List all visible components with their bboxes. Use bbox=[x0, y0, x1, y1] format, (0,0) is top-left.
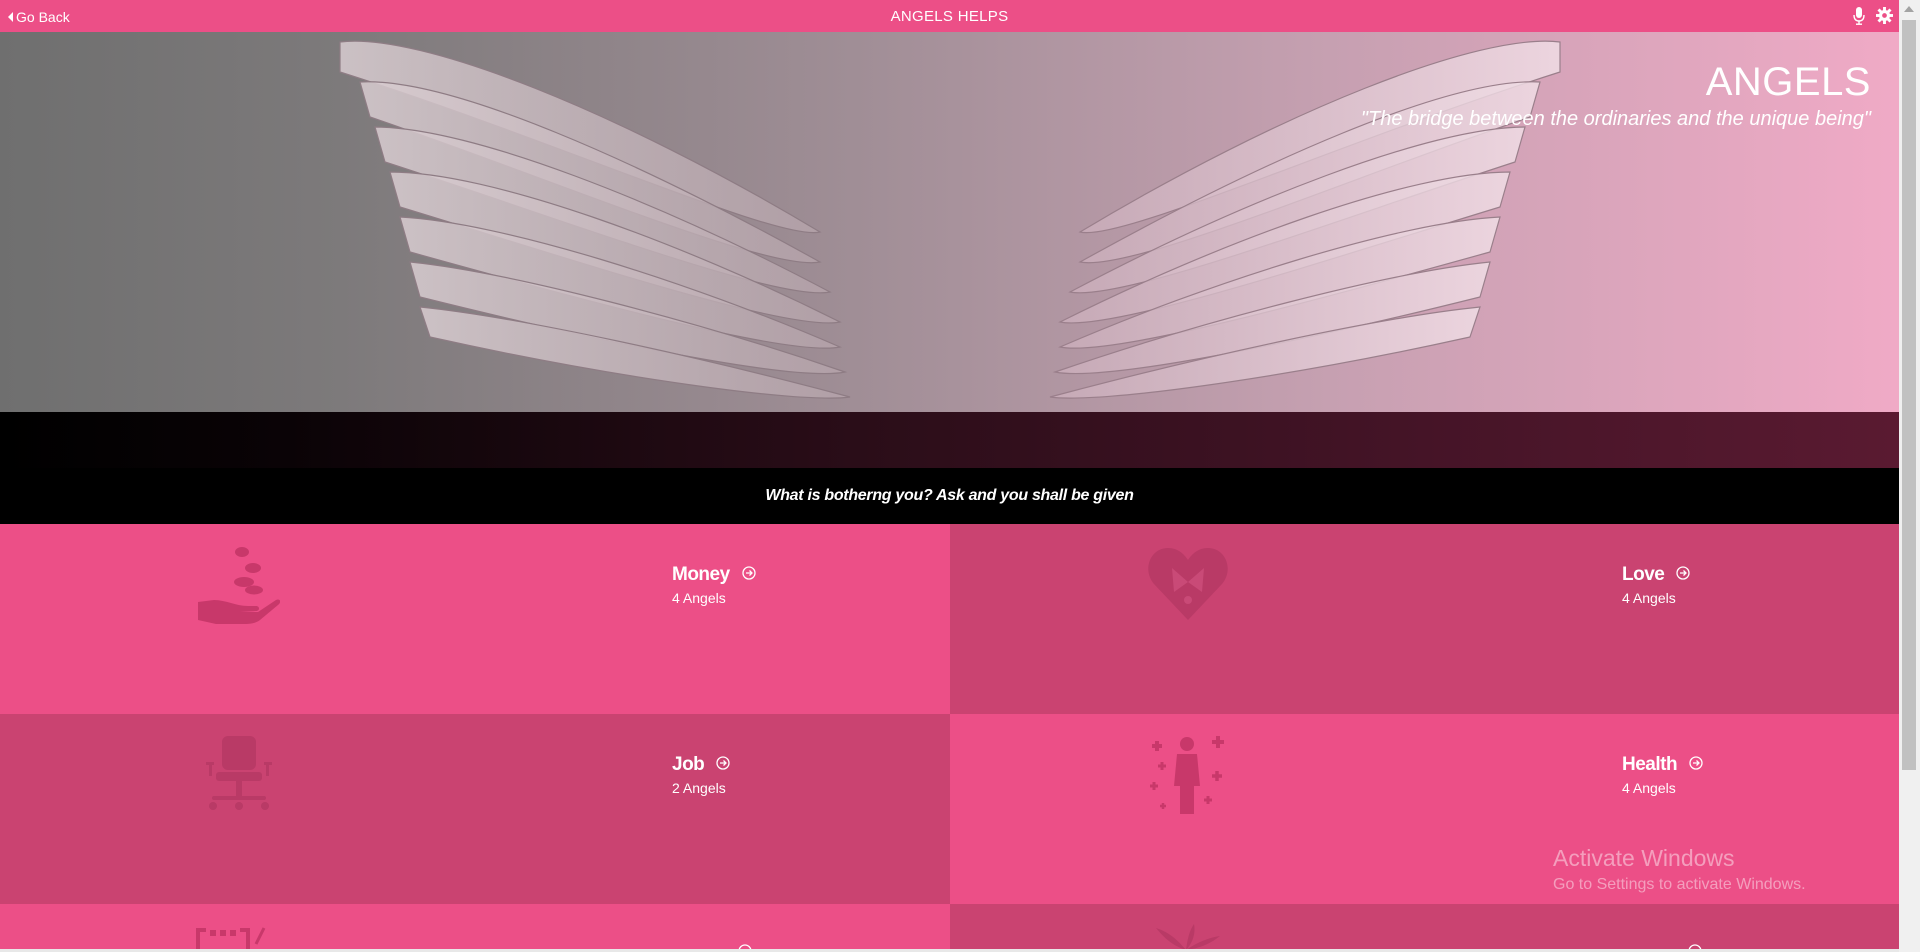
gear-icon[interactable] bbox=[1876, 7, 1893, 24]
category-name: Health bbox=[1622, 754, 1678, 775]
plant-icon bbox=[1156, 924, 1220, 949]
category-name: Job bbox=[672, 754, 705, 775]
category-tile-money[interactable]: Money 4 Angels bbox=[0, 524, 950, 714]
mic-icon[interactable] bbox=[1853, 7, 1865, 25]
windows-activation-watermark: Activate Windows Go to Settings to activ… bbox=[1553, 845, 1806, 894]
arrow-circle-right-icon[interactable] bbox=[1676, 566, 1690, 580]
category-name: Love bbox=[1622, 564, 1665, 585]
calendar-icon bbox=[196, 927, 266, 949]
category-tile-job[interactable]: Job 2 Angels bbox=[0, 714, 950, 904]
health-person-icon bbox=[1150, 736, 1224, 814]
category-tile-partial-right[interactable] bbox=[950, 904, 1900, 949]
arrow-circle-right-icon[interactable] bbox=[1689, 756, 1703, 770]
arrow-circle-right-icon[interactable] bbox=[716, 756, 730, 770]
hero-banner: ANGELS "The bridge between the ordinarie… bbox=[0, 32, 1899, 412]
hero-quote: "The bridge between the ordinaries and t… bbox=[1360, 108, 1871, 130]
scroll-up-arrow-icon[interactable] bbox=[1904, 6, 1914, 12]
top-bar: Go Back ANGELS HELPS bbox=[0, 0, 1899, 32]
watermark-subtitle: Go to Settings to activate Windows. bbox=[1553, 876, 1806, 893]
office-chair-icon bbox=[206, 736, 272, 810]
category-name: Money bbox=[672, 564, 730, 585]
watermark-title: Activate Windows bbox=[1553, 845, 1735, 871]
category-count: 4 Angels bbox=[1622, 780, 1676, 796]
money-hand-icon bbox=[198, 547, 280, 624]
scroll-thumb[interactable] bbox=[1902, 20, 1916, 770]
vertical-scrollbar[interactable] bbox=[1899, 0, 1920, 952]
arrow-circle-right-icon[interactable] bbox=[742, 566, 756, 580]
app-title: ANGELS HELPS bbox=[890, 8, 1009, 25]
prompt-text: What is botherng you? Ask and you shall … bbox=[0, 468, 1899, 524]
category-count: 4 Angels bbox=[672, 590, 726, 606]
category-count: 4 Angels bbox=[1622, 590, 1676, 606]
heart-icon bbox=[1148, 548, 1228, 620]
category-tile-love[interactable]: Love 4 Angels bbox=[950, 524, 1900, 714]
hero-fade-band bbox=[0, 412, 1899, 468]
category-count: 2 Angels bbox=[672, 780, 726, 796]
category-tile-partial-left[interactable] bbox=[0, 904, 950, 949]
hero-title: ANGELS bbox=[1705, 60, 1871, 104]
angel-wings-image bbox=[339, 40, 1561, 399]
